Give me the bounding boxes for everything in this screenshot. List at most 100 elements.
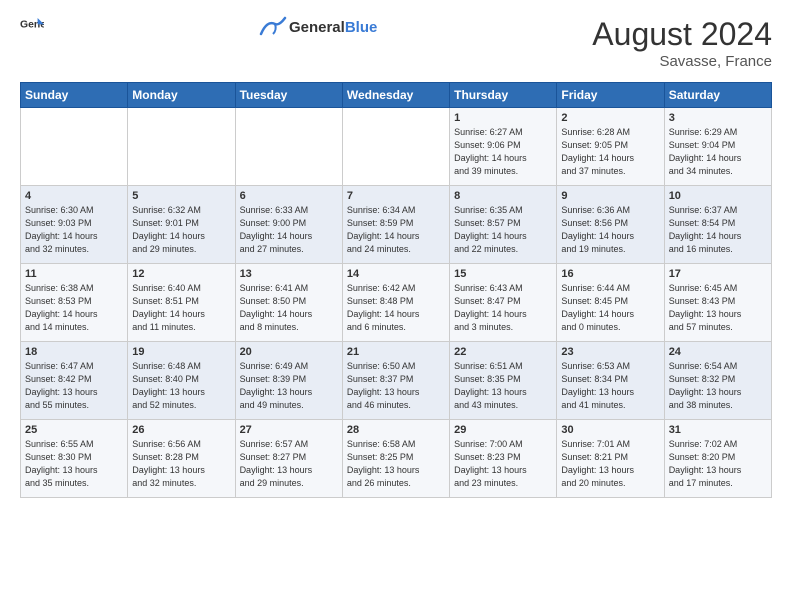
calendar-cell	[342, 108, 449, 186]
day-number: 27	[240, 424, 338, 436]
day-number: 13	[240, 268, 338, 280]
day-info: Sunrise: 6:47 AMSunset: 8:42 PMDaylight:…	[25, 360, 123, 412]
day-info: Sunrise: 6:41 AMSunset: 8:50 PMDaylight:…	[240, 282, 338, 334]
calendar-cell: 24Sunrise: 6:54 AMSunset: 8:32 PMDayligh…	[664, 342, 771, 420]
day-number: 6	[240, 190, 338, 202]
calendar-cell	[128, 108, 235, 186]
calendar-cell: 31 Sunrise: 7:02 AMSunset: 8:20 PMDayligh…	[664, 420, 771, 498]
day-number: 10	[669, 190, 767, 202]
calendar-cell: 25Sunrise: 6:55 AMSunset: 8:30 PMDayligh…	[21, 420, 128, 498]
day-info: Sunrise: 6:56 AMSunset: 8:28 PMDaylight:…	[132, 438, 230, 490]
day-info: Sunrise: 6:45 AMSunset: 8:43 PMDaylight:…	[669, 282, 767, 334]
calendar-cell: 27 Sunrise: 6:57 AMSunset: 8:27 PMDayligh…	[235, 420, 342, 498]
day-info: Sunrise: 6:37 AMSunset: 8:54 PMDaylight:…	[669, 204, 767, 256]
day-info: Sunrise: 6:43 AMSunset: 8:47 PMDaylight:…	[454, 282, 552, 334]
day-info: Sunrise: 6:36 AMSunset: 8:56 PMDaylight:…	[561, 204, 659, 256]
calendar-cell: 28 Sunrise: 6:58 AMSunset: 8:25 PMDayligh…	[342, 420, 449, 498]
day-info: Sunrise: 6:50 AMSunset: 8:37 PMDaylight:…	[347, 360, 445, 412]
title-block: August 2024 Savasse, France	[592, 16, 772, 70]
day-number: 25	[25, 424, 123, 436]
day-number: 12	[132, 268, 230, 280]
calendar-cell: 14Sunrise: 6:42 AMSunset: 8:48 PMDayligh…	[342, 264, 449, 342]
day-number: 14	[347, 268, 445, 280]
location-subtitle: Savasse, France	[592, 53, 772, 70]
calendar-cell: 12 Sunrise: 6:40 AMSunset: 8:51 PMDayligh…	[128, 264, 235, 342]
calendar-cell: 26 Sunrise: 6:56 AMSunset: 8:28 PMDayligh…	[128, 420, 235, 498]
logo-bird-icon	[259, 16, 287, 38]
calendar-cell: 8 Sunrise: 6:35 AMSunset: 8:57 PMDaylight…	[450, 186, 557, 264]
calendar-cell	[21, 108, 128, 186]
day-number: 21	[347, 346, 445, 358]
calendar-cell: 20 Sunrise: 6:49 AMSunset: 8:39 PMDayligh…	[235, 342, 342, 420]
calendar-cell: 30 Sunrise: 7:01 AMSunset: 8:21 PMDayligh…	[557, 420, 664, 498]
month-year-title: August 2024	[592, 16, 772, 53]
day-number: 23	[561, 346, 659, 358]
calendar-cell	[235, 108, 342, 186]
day-number: 3	[669, 112, 767, 124]
day-number: 2	[561, 112, 659, 124]
calendar-header-friday: Friday	[557, 83, 664, 108]
calendar-header-sunday: Sunday	[21, 83, 128, 108]
logo: General	[20, 16, 44, 36]
calendar-header-row: SundayMondayTuesdayWednesdayThursdayFrid…	[21, 83, 772, 108]
calendar-cell: 11Sunrise: 6:38 AMSunset: 8:53 PMDayligh…	[21, 264, 128, 342]
day-info: Sunrise: 7:01 AMSunset: 8:21 PMDaylight:…	[561, 438, 659, 490]
logo-full: General Blue	[259, 16, 377, 38]
day-number: 31	[669, 424, 767, 436]
calendar-cell: 5Sunrise: 6:32 AMSunset: 9:01 PMDaylight…	[128, 186, 235, 264]
day-number: 16	[561, 268, 659, 280]
calendar-week-row: 11Sunrise: 6:38 AMSunset: 8:53 PMDayligh…	[21, 264, 772, 342]
day-info: Sunrise: 6:29 AMSunset: 9:04 PMDaylight:…	[669, 126, 767, 178]
day-info: Sunrise: 7:02 AMSunset: 8:20 PMDaylight:…	[669, 438, 767, 490]
calendar-cell: 3 Sunrise: 6:29 AMSunset: 9:04 PMDaylight…	[664, 108, 771, 186]
calendar-cell: 10 Sunrise: 6:37 AMSunset: 8:54 PMDayligh…	[664, 186, 771, 264]
day-number: 11	[25, 268, 123, 280]
calendar-cell: 16 Sunrise: 6:44 AMSunset: 8:45 PMDayligh…	[557, 264, 664, 342]
calendar-cell: 15Sunrise: 6:43 AMSunset: 8:47 PMDayligh…	[450, 264, 557, 342]
day-number: 9	[561, 190, 659, 202]
calendar-cell: 9 Sunrise: 6:36 AMSunset: 8:56 PMDaylight…	[557, 186, 664, 264]
day-info: Sunrise: 6:48 AMSunset: 8:40 PMDaylight:…	[132, 360, 230, 412]
day-info: Sunrise: 6:44 AMSunset: 8:45 PMDaylight:…	[561, 282, 659, 334]
day-number: 28	[347, 424, 445, 436]
header: General General Blue August 2024 Savasse…	[20, 16, 772, 70]
logo-general-text: General	[289, 19, 345, 36]
logo-icon: General	[20, 16, 44, 36]
day-number: 8	[454, 190, 552, 202]
calendar-header-tuesday: Tuesday	[235, 83, 342, 108]
day-number: 26	[132, 424, 230, 436]
day-number: 17	[669, 268, 767, 280]
day-number: 30	[561, 424, 659, 436]
day-info: Sunrise: 6:58 AMSunset: 8:25 PMDaylight:…	[347, 438, 445, 490]
day-info: Sunrise: 7:00 AMSunset: 8:23 PMDaylight:…	[454, 438, 552, 490]
calendar-cell: 4Sunrise: 6:30 AMSunset: 9:03 PMDaylight…	[21, 186, 128, 264]
day-number: 22	[454, 346, 552, 358]
day-info: Sunrise: 6:28 AMSunset: 9:05 PMDaylight:…	[561, 126, 659, 178]
calendar-cell: 2 Sunrise: 6:28 AMSunset: 9:05 PMDaylight…	[557, 108, 664, 186]
day-number: 5	[132, 190, 230, 202]
calendar-cell: 18Sunrise: 6:47 AMSunset: 8:42 PMDayligh…	[21, 342, 128, 420]
day-info: Sunrise: 6:35 AMSunset: 8:57 PMDaylight:…	[454, 204, 552, 256]
day-info: Sunrise: 6:33 AMSunset: 9:00 PMDaylight:…	[240, 204, 338, 256]
day-info: Sunrise: 6:30 AMSunset: 9:03 PMDaylight:…	[25, 204, 123, 256]
calendar-week-row: 25Sunrise: 6:55 AMSunset: 8:30 PMDayligh…	[21, 420, 772, 498]
page-container: General General Blue August 2024 Savasse…	[0, 0, 792, 508]
calendar-week-row: 4Sunrise: 6:30 AMSunset: 9:03 PMDaylight…	[21, 186, 772, 264]
day-info: Sunrise: 6:54 AMSunset: 8:32 PMDaylight:…	[669, 360, 767, 412]
day-info: Sunrise: 6:40 AMSunset: 8:51 PMDaylight:…	[132, 282, 230, 334]
day-info: Sunrise: 6:49 AMSunset: 8:39 PMDaylight:…	[240, 360, 338, 412]
calendar-cell: 21 Sunrise: 6:50 AMSunset: 8:37 PMDayligh…	[342, 342, 449, 420]
logo-blue-text: Blue	[345, 19, 378, 36]
day-number: 20	[240, 346, 338, 358]
calendar-cell: 7Sunrise: 6:34 AMSunset: 8:59 PMDaylight…	[342, 186, 449, 264]
day-info: Sunrise: 6:34 AMSunset: 8:59 PMDaylight:…	[347, 204, 445, 256]
calendar-week-row: 1Sunrise: 6:27 AMSunset: 9:06 PMDaylight…	[21, 108, 772, 186]
calendar-header-monday: Monday	[128, 83, 235, 108]
day-number: 19	[132, 346, 230, 358]
calendar-header-wednesday: Wednesday	[342, 83, 449, 108]
day-info: Sunrise: 6:57 AMSunset: 8:27 PMDaylight:…	[240, 438, 338, 490]
calendar-cell: 1Sunrise: 6:27 AMSunset: 9:06 PMDaylight…	[450, 108, 557, 186]
calendar-cell: 22Sunrise: 6:51 AMSunset: 8:35 PMDayligh…	[450, 342, 557, 420]
calendar-week-row: 18Sunrise: 6:47 AMSunset: 8:42 PMDayligh…	[21, 342, 772, 420]
day-number: 1	[454, 112, 552, 124]
